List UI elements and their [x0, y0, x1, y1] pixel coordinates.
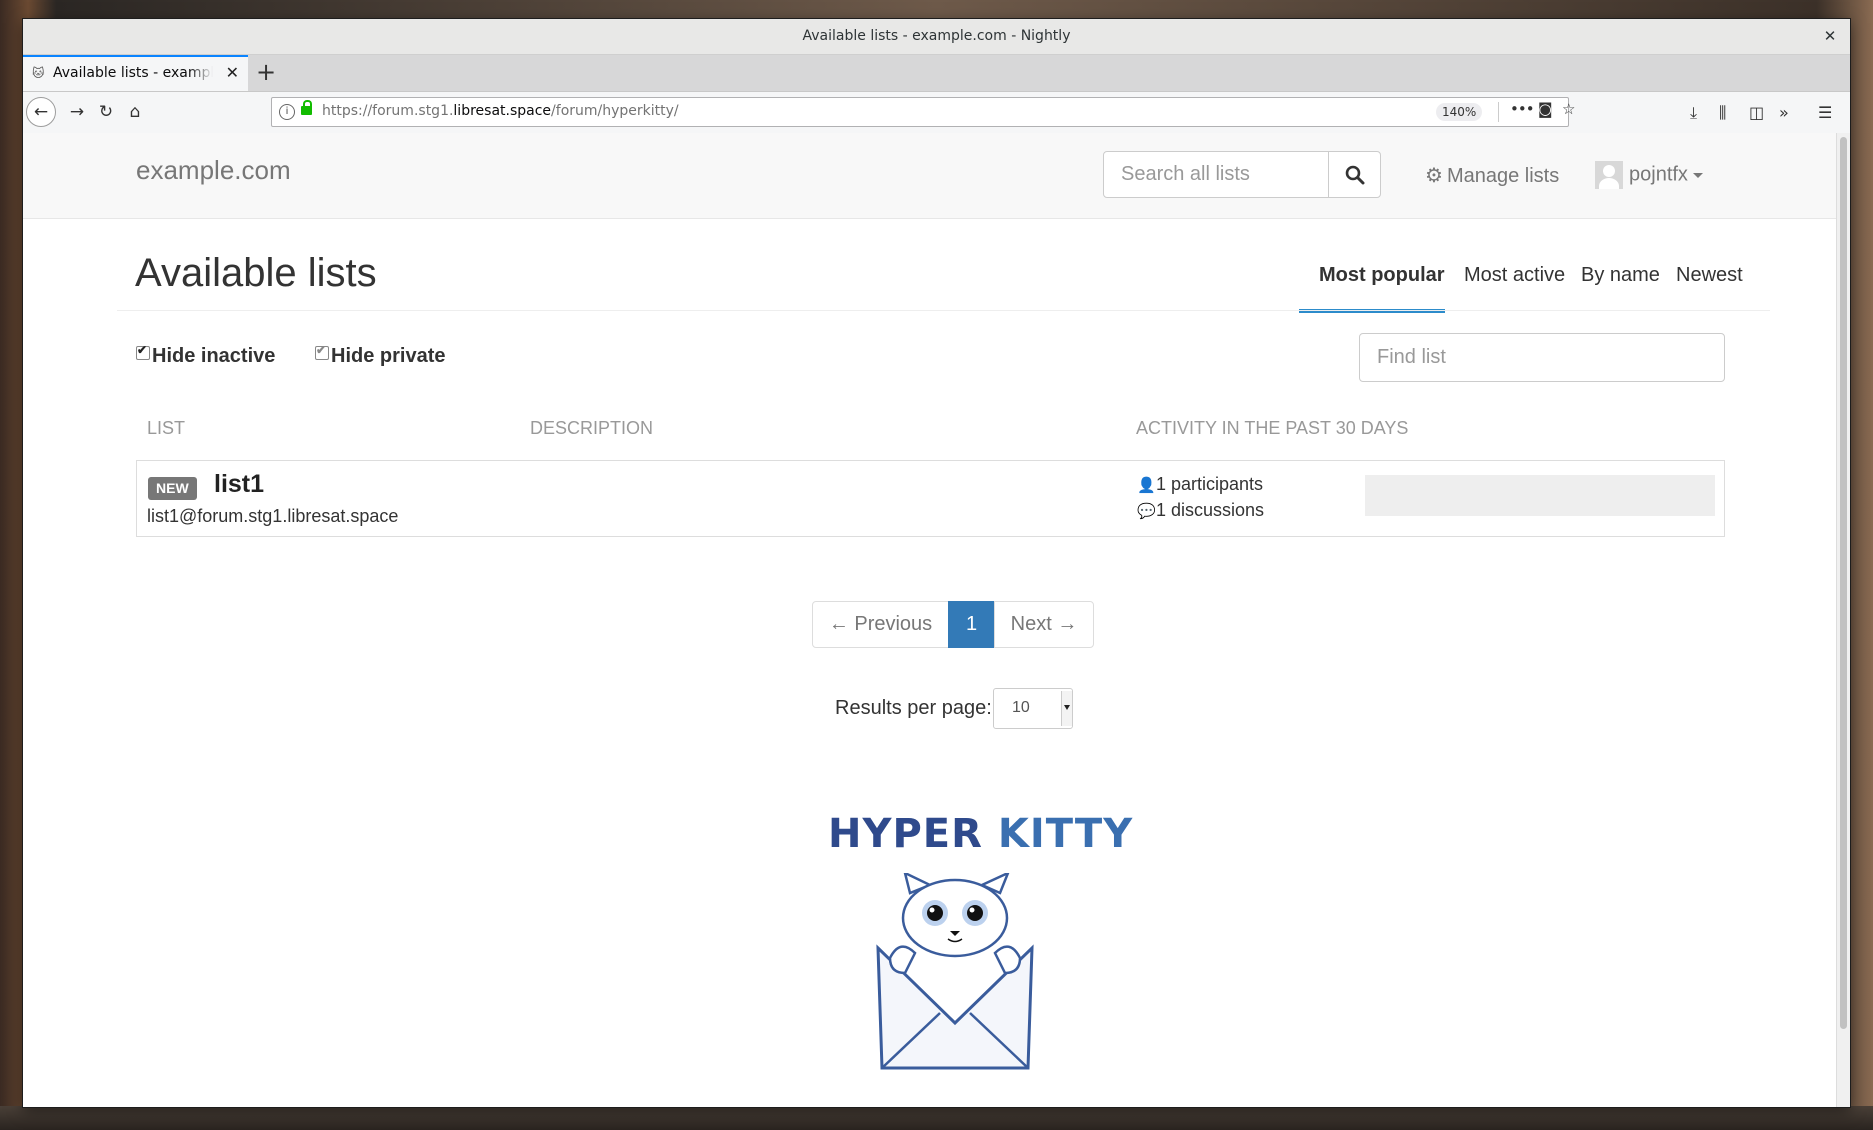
- forward-icon[interactable]: →: [63, 92, 91, 133]
- list-name-link[interactable]: list1: [214, 470, 264, 499]
- overflow-icon[interactable]: »: [1779, 92, 1789, 133]
- url-prefix: https://forum.stg1.: [322, 103, 454, 119]
- list-address: list1@forum.stg1.libresat.space: [147, 506, 399, 526]
- results-per-page-label: Results per page:: [835, 697, 992, 719]
- hide-inactive-filter[interactable]: Hide inactive: [136, 343, 276, 368]
- search-all-lists-input[interactable]: [1103, 151, 1329, 198]
- window-close-icon[interactable]: ✕: [1818, 19, 1842, 54]
- user-menu[interactable]: pojntfx: [1595, 161, 1703, 189]
- user-icon: 👤: [1137, 477, 1156, 494]
- list-row[interactable]: NEW list1 list1@forum.stg1.libresat.spac…: [136, 460, 1725, 537]
- gear-icon: ⚙: [1425, 165, 1443, 187]
- url-text[interactable]: https://forum.stg1.libresat.space/forum/…: [322, 103, 679, 119]
- hyperkitty-favicon-icon: 🐱: [32, 66, 45, 80]
- navigation-toolbar: ← → ↻ ⌂ i https://forum.stg1.libresat.sp…: [23, 92, 1850, 134]
- hide-inactive-label: Hide inactive: [152, 345, 276, 367]
- kitty-envelope-icon: [876, 873, 1034, 1070]
- page-content: example.com ⚙Manage lists pojntfx Availa…: [23, 133, 1837, 1107]
- window-title: Available lists - example.com - Nightly: [802, 28, 1071, 44]
- manage-lists-label: Manage lists: [1446, 165, 1560, 187]
- page-title: Available lists: [135, 251, 377, 295]
- site-brand[interactable]: example.com: [136, 155, 291, 186]
- manage-lists-link[interactable]: ⚙ Manage lists: [1425, 163, 1559, 188]
- page-actions-icon[interactable]: •••: [1510, 100, 1535, 118]
- search-icon: [1345, 165, 1365, 185]
- caret-down-icon: [1692, 172, 1703, 178]
- reload-icon[interactable]: ↻: [92, 92, 120, 133]
- column-header-list: List: [147, 418, 186, 438]
- discussions-stat: 💬1 discussions: [1137, 500, 1264, 521]
- url-host: libresat.space: [453, 103, 552, 119]
- select-arrow-icon: [1061, 691, 1072, 726]
- browser-window: Available lists - example.com - Nightly …: [23, 19, 1850, 1107]
- bookmark-star-icon[interactable]: ☆: [1562, 100, 1575, 118]
- search-button[interactable]: [1328, 151, 1381, 198]
- hyperkitty-logo: HYPER KITTY: [825, 811, 1132, 1091]
- sidebar-icon[interactable]: ◫: [1749, 92, 1764, 133]
- hyperkitty-logo-text: HYPER KITTY: [828, 811, 1133, 857]
- tab-most-popular[interactable]: Most popular: [1319, 264, 1445, 287]
- zoom-indicator[interactable]: 140%: [1436, 103, 1483, 121]
- hide-private-checkbox[interactable]: [315, 343, 329, 360]
- menu-icon[interactable]: ☰: [1818, 92, 1832, 133]
- column-header-description: Description: [530, 418, 654, 438]
- participants-count: 1 participants: [1156, 474, 1264, 494]
- downloads-icon[interactable]: ⤓: [1690, 92, 1697, 133]
- avatar: [1595, 161, 1623, 189]
- comments-icon: 💬: [1137, 503, 1156, 520]
- scrollbar-thumb[interactable]: [1840, 137, 1847, 1029]
- tab-by-name[interactable]: By name: [1581, 264, 1660, 287]
- logo-word-hyper: HYPER: [828, 811, 983, 857]
- pocket-icon[interactable]: ◙: [1538, 100, 1553, 118]
- hide-private-label: Hide private: [331, 345, 446, 367]
- back-icon[interactable]: ←: [26, 97, 56, 127]
- next-page-button[interactable]: Next →: [994, 601, 1094, 648]
- url-bar[interactable]: i https://forum.stg1.libresat.space/foru…: [271, 97, 1575, 127]
- results-per-page-value: 10: [1012, 699, 1030, 716]
- tab-available-lists[interactable]: 🐱 Available lists - example.com ✕: [23, 55, 248, 91]
- previous-page-button[interactable]: ← Previous: [812, 601, 949, 648]
- new-tab-plus-icon[interactable]: +: [256, 58, 276, 86]
- discussions-count: 1 discussions: [1156, 500, 1265, 520]
- library-icon[interactable]: ⫼: [1719, 92, 1726, 133]
- url-path: /forum/hyperkitty/: [551, 103, 679, 119]
- window-titlebar: Available lists - example.com - Nightly …: [23, 19, 1850, 55]
- username: pojntfx: [1629, 163, 1688, 186]
- hide-inactive-checkbox[interactable]: [136, 343, 150, 360]
- vertical-scrollbar[interactable]: [1836, 133, 1850, 1107]
- desktop-background: [0, 1106, 1873, 1130]
- site-info-icon[interactable]: i: [279, 104, 295, 120]
- tab-newest[interactable]: Newest: [1676, 264, 1743, 287]
- site-header: example.com ⚙Manage lists pojntfx: [23, 133, 1837, 219]
- secure-lock-icon[interactable]: [301, 100, 312, 115]
- page-1-button[interactable]: 1: [948, 601, 995, 648]
- home-icon[interactable]: ⌂: [121, 92, 149, 133]
- urlbar-separator: [1498, 102, 1499, 122]
- results-per-page-select[interactable]: 10: [993, 688, 1073, 729]
- logo-word-kitty: KITTY: [997, 811, 1134, 857]
- activity-sparkline: [1365, 475, 1715, 516]
- tab-close-icon[interactable]: ✕: [226, 63, 239, 82]
- find-list-input[interactable]: [1359, 333, 1725, 382]
- hide-private-filter[interactable]: Hide private: [315, 343, 446, 368]
- participants-stat: 👤1 participants: [1137, 474, 1263, 495]
- tab-label: Available lists - example.com: [53, 65, 213, 81]
- title-divider: [117, 310, 1770, 311]
- new-badge: NEW: [148, 477, 197, 500]
- tab-strip: 🐱 Available lists - example.com ✕ +: [23, 55, 1850, 92]
- tab-most-active[interactable]: Most active: [1464, 264, 1565, 287]
- column-header-activity: Activity in the past 30 days: [1136, 418, 1409, 438]
